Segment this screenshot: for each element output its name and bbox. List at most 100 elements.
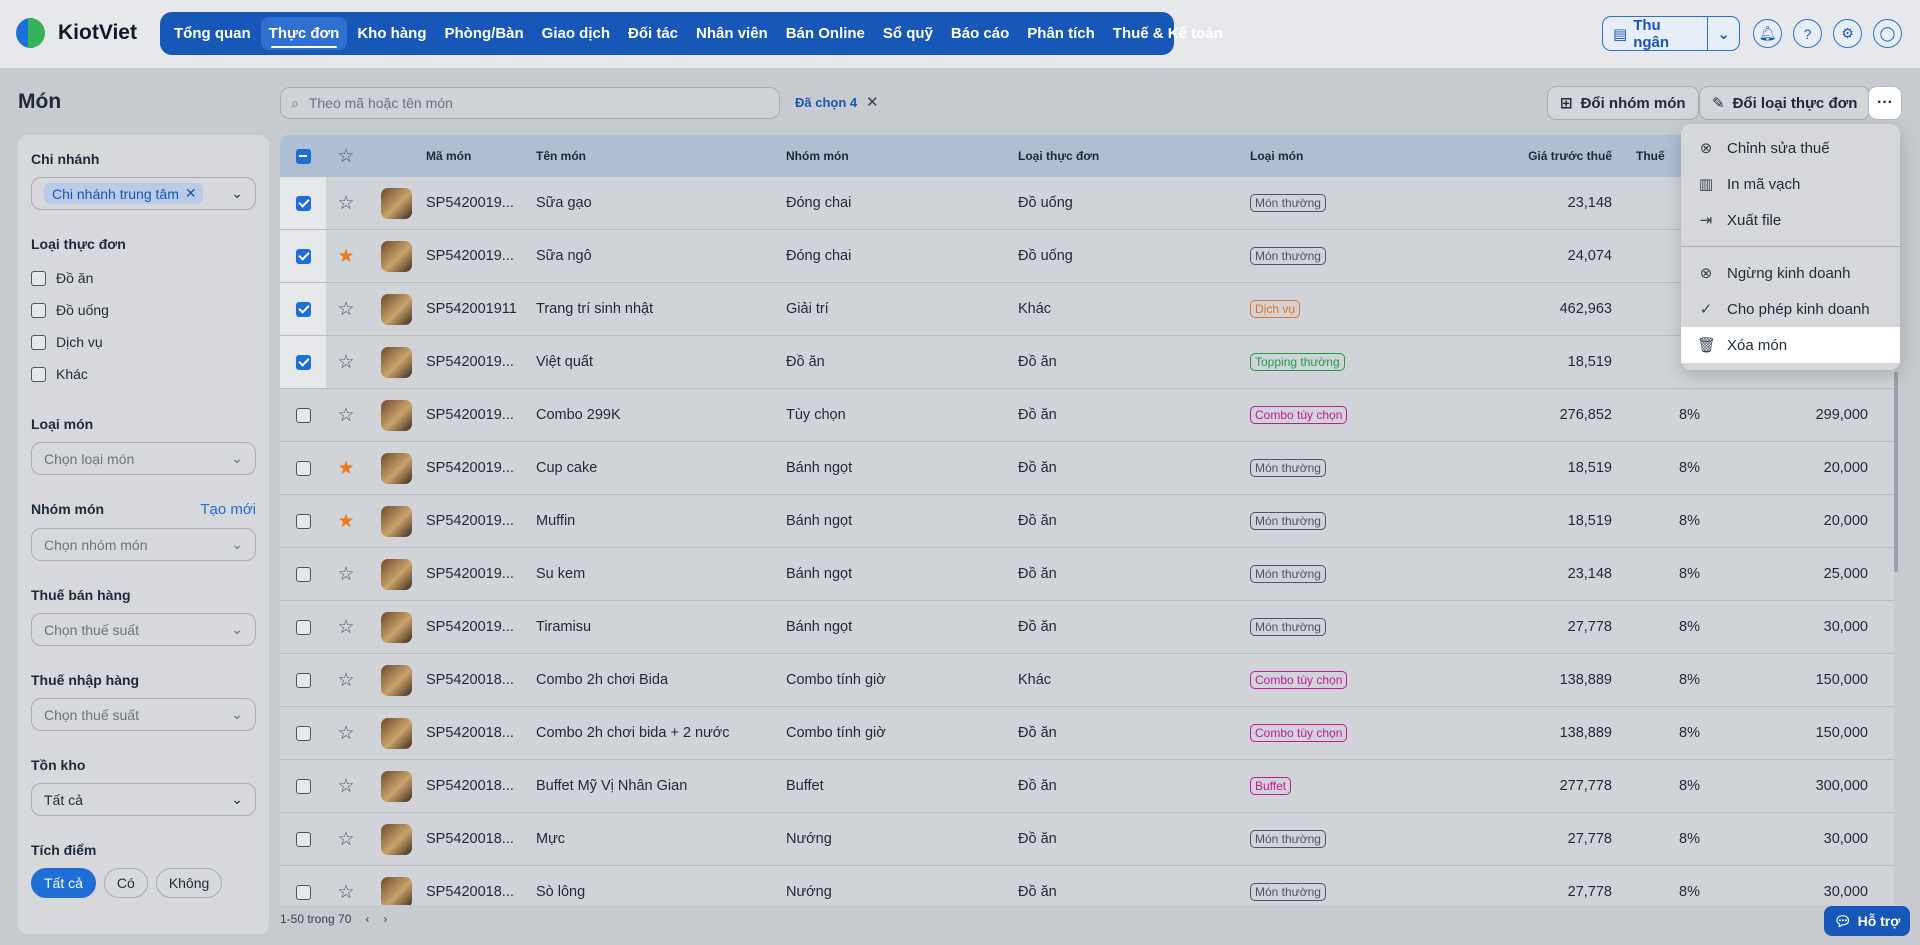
row-checkbox[interactable] [295, 513, 311, 529]
star-icon[interactable]: ☆ [326, 828, 366, 851]
points-option[interactable]: Có [103, 868, 148, 898]
nav-item[interactable]: Thực đơn [260, 17, 348, 50]
row-checkbox[interactable] [295, 460, 311, 476]
checkbox[interactable] [31, 334, 46, 350]
menu-type-option[interactable]: Đồ uống [31, 294, 256, 326]
nav-item[interactable]: Giao dịch [534, 17, 618, 50]
create-group-link[interactable]: Tạo mới [200, 501, 256, 518]
table-row[interactable]: ☆ SP5420018... Combo 2h chơi bida + 2 nước… [280, 707, 1894, 760]
nav-item[interactable]: Kho hàng [349, 17, 434, 50]
chevron-left-icon[interactable]: ‹ [365, 912, 369, 926]
col-name[interactable]: Tên món [536, 149, 786, 163]
table-row[interactable]: ★ SP5420019... Cup cake Bánh ngọt Đồ ăn Món t… [280, 442, 1894, 495]
nav-item[interactable]: Phân tích [1019, 17, 1103, 50]
table-row[interactable]: ☆ SP5420018... Combo 2h chơi Bida Combo tín… [280, 654, 1894, 707]
row-checkbox[interactable] [295, 619, 311, 635]
change-menu-type-button[interactable]: ✎ Đổi loại thực đơn [1699, 86, 1871, 120]
row-checkbox[interactable] [295, 884, 311, 900]
points-option[interactable]: Tất cả [31, 868, 96, 898]
row-checkbox[interactable] [295, 831, 311, 847]
user-icon[interactable]: ◯ [1873, 19, 1902, 48]
logo[interactable]: KiotViet [16, 18, 137, 48]
star-icon[interactable]: ☆ [326, 351, 366, 374]
table-row[interactable]: ☆ SP5420018... Buffet Mỹ Vị Nhân Gian Buffe… [280, 760, 1894, 813]
row-checkbox[interactable] [295, 778, 311, 794]
more-actions-button[interactable]: ··· [1868, 86, 1902, 120]
menu-type-option[interactable]: Dịch vụ [31, 326, 256, 358]
nav-item[interactable]: Sổ quỹ [875, 17, 941, 50]
star-icon[interactable]: ☆ [326, 669, 366, 692]
row-checkbox[interactable] [295, 248, 311, 264]
menu-item[interactable]: ✓ Cho phép kinh doanh [1681, 291, 1900, 327]
star-icon[interactable]: ☆ [326, 616, 366, 639]
select-all-checkbox[interactable] [295, 148, 311, 164]
branch-select[interactable]: Chi nhánh trung tâm ✕ ⌄ [31, 177, 256, 210]
col-item-type[interactable]: Loại món [1250, 149, 1482, 163]
item-group-select[interactable]: Chọn nhóm món ⌄ [31, 528, 256, 561]
table-row[interactable]: ☆ SP5420019... Combo 299K Tùy chọn Đồ ăn Comb… [280, 389, 1894, 442]
checkbox[interactable] [31, 270, 46, 286]
clear-selection-icon[interactable]: ✕ [866, 93, 879, 111]
row-checkbox[interactable] [295, 301, 311, 317]
menu-item[interactable]: ▥ In mã vạch [1681, 166, 1900, 202]
table-row[interactable]: ★ SP5420019... Muffin Bánh ngọt Đồ ăn Món thư… [280, 495, 1894, 548]
nav-item[interactable]: Tổng quan [166, 17, 259, 50]
col-group[interactable]: Nhóm món [786, 149, 1018, 163]
stock-select[interactable]: Tất cả ⌄ [31, 783, 256, 816]
star-icon[interactable]: ☆ [326, 722, 366, 745]
chevron-down-icon[interactable]: ⌄ [1708, 25, 1739, 43]
nav-item[interactable]: Nhân viên [688, 17, 776, 50]
table-row[interactable]: ☆ SP5420019... Su kem Bánh ngọt Đồ ăn Món thư… [280, 548, 1894, 601]
nav-item[interactable]: Bán Online [778, 17, 873, 50]
checkbox[interactable] [31, 366, 46, 382]
row-checkbox[interactable] [295, 725, 311, 741]
table-scrollbar[interactable] [1894, 372, 1898, 572]
menu-item[interactable]: ⇥ Xuất file [1681, 202, 1900, 238]
cashier-button[interactable]: ▤ Thu ngân ⌄ [1602, 16, 1740, 51]
table-row[interactable]: ☆ SP542001911 Trang trí sinh nhật Giải trí K… [280, 283, 1894, 336]
nav-item[interactable]: Phòng/Bàn [437, 17, 532, 50]
menu-item[interactable]: 🗑︎ Xóa món [1681, 327, 1900, 363]
table-row[interactable]: ☆ SP5420019... Sữa gạo Đóng chai Đồ uống Món … [280, 177, 1894, 230]
search-input[interactable]: ⌕ Theo mã hoặc tên món [280, 87, 780, 119]
star-icon[interactable]: ★ [326, 510, 366, 533]
menu-item[interactable]: ⊗ Ngừng kinh doanh [1681, 255, 1900, 291]
table-row[interactable]: ☆ SP5420019... Tiramisu Bánh ngọt Đồ ăn Món t… [280, 601, 1894, 654]
table-row[interactable]: ☆ SP5420018... Sò lông Nướng Đồ ăn Món thường… [280, 866, 1894, 905]
chevron-right-icon[interactable]: › [383, 912, 387, 926]
menu-type-option[interactable]: Đồ ăn [31, 262, 256, 294]
star-icon[interactable]: ☆ [326, 775, 366, 798]
star-icon[interactable]: ☆ [326, 145, 366, 168]
nav-item[interactable]: Đối tác [620, 17, 686, 50]
gear-icon[interactable]: ⚙ [1833, 19, 1862, 48]
row-checkbox[interactable] [295, 407, 311, 423]
row-checkbox[interactable] [295, 195, 311, 211]
star-icon[interactable]: ☆ [326, 881, 366, 904]
star-icon[interactable]: ☆ [326, 404, 366, 427]
star-icon[interactable]: ☆ [326, 192, 366, 215]
nav-item[interactable]: Thuế & Kế toán [1105, 17, 1231, 50]
points-option[interactable]: Không [155, 868, 223, 898]
support-button[interactable]: 💬︎ Hỗ trợ [1824, 906, 1910, 936]
col-menu-type[interactable]: Loại thực đơn [1018, 149, 1250, 163]
star-icon[interactable]: ★ [326, 245, 366, 268]
menu-item[interactable]: ⊗ Chỉnh sửa thuế [1681, 130, 1900, 166]
col-price-before-tax[interactable]: Giá trước thuế [1482, 149, 1612, 163]
item-type-select[interactable]: Chọn loại món ⌄ [31, 442, 256, 475]
menu-type-option[interactable]: Khác [31, 358, 256, 390]
checkbox[interactable] [31, 302, 46, 318]
sales-tax-select[interactable]: Chọn thuế suất ⌄ [31, 613, 256, 646]
table-row[interactable]: ☆ SP5420019... Việt quất Đồ ăn Đồ ăn Topping … [280, 336, 1894, 389]
star-icon[interactable]: ☆ [326, 563, 366, 586]
change-group-button[interactable]: ⊞ Đổi nhóm món [1547, 86, 1699, 120]
close-icon[interactable]: ✕ [185, 185, 197, 202]
table-row[interactable]: ☆ SP5420018... Mực Nướng Đồ ăn Món thường 27,7… [280, 813, 1894, 866]
row-checkbox[interactable] [295, 354, 311, 370]
bell-icon[interactable]: 🔔︎ [1753, 19, 1782, 48]
table-row[interactable]: ★ SP5420019... Sữa ngô Đóng chai Đồ uống Món … [280, 230, 1894, 283]
nav-item[interactable]: Báo cáo [943, 17, 1017, 50]
row-checkbox[interactable] [295, 566, 311, 582]
help-icon[interactable]: ? [1793, 19, 1822, 48]
import-tax-select[interactable]: Chọn thuế suất ⌄ [31, 698, 256, 731]
col-code[interactable]: Mã món [426, 149, 536, 163]
